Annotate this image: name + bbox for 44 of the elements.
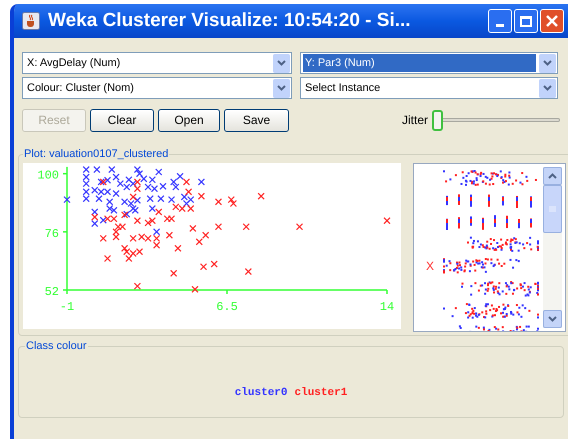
cup-icon xyxy=(22,12,40,30)
dropdown[interactable]: Select Instance xyxy=(300,77,558,99)
dropdown-arrow-button[interactable] xyxy=(539,54,556,72)
close-icon xyxy=(545,14,559,28)
chevron-down-icon xyxy=(548,316,557,322)
class-label: cluster0 xyxy=(234,386,288,400)
maximize-button[interactable] xyxy=(514,9,538,33)
dropdown[interactable]: Y: Par3 (Num) xyxy=(300,52,558,74)
jitter-label: Jitter xyxy=(402,112,428,129)
chevron-down-icon xyxy=(543,85,552,91)
grip-icon xyxy=(549,206,556,212)
jitter-slider[interactable] xyxy=(432,109,560,131)
chevron-up-icon xyxy=(548,172,557,178)
toolbar-button[interactable]: Clear xyxy=(90,108,154,132)
x-tick-label: 6.5 xyxy=(216,300,238,314)
x-axis-marker: X xyxy=(424,258,435,274)
dropdown-arrow-button[interactable] xyxy=(273,54,290,72)
dropdown[interactable]: X: AvgDelay (Num) xyxy=(22,52,292,74)
plot-title: Plot: valuation0107_clustered xyxy=(23,147,170,162)
chevron-down-icon xyxy=(277,85,286,91)
dropdown[interactable]: Colour: Cluster (Nom) xyxy=(22,77,292,99)
chevron-down-icon xyxy=(277,60,286,66)
dropdown-arrow-button[interactable] xyxy=(273,78,290,98)
scroll-up-button[interactable] xyxy=(543,166,562,184)
dropdown-arrow-button[interactable] xyxy=(539,78,556,98)
toolbar-button[interactable]: Save xyxy=(224,108,289,132)
x-tick-label: 14 xyxy=(380,300,394,314)
y-tick-label: 76 xyxy=(44,226,59,240)
scroll-down-button[interactable] xyxy=(543,310,562,328)
y-tick-label: 52 xyxy=(44,284,59,298)
class-colour-title: Class colour xyxy=(25,339,88,354)
toolbar-button[interactable]: Open xyxy=(158,108,220,132)
minimize-button[interactable] xyxy=(488,9,512,33)
chevron-down-icon xyxy=(543,60,552,66)
class-label: cluster1 xyxy=(294,386,348,400)
window-title: Weka Clusterer Visualize: 10:54:20 - Si... xyxy=(48,8,412,33)
slider-thumb[interactable] xyxy=(432,110,443,130)
attribute-strip-plot[interactable] xyxy=(442,168,540,186)
close-button[interactable] xyxy=(540,9,564,33)
attribute-strip-plot[interactable] xyxy=(442,302,540,318)
y-tick-label: 100 xyxy=(37,168,59,182)
scroll-thumb[interactable] xyxy=(543,184,562,232)
x-tick-label: -1 xyxy=(60,300,74,314)
scrollbar[interactable] xyxy=(543,166,562,328)
